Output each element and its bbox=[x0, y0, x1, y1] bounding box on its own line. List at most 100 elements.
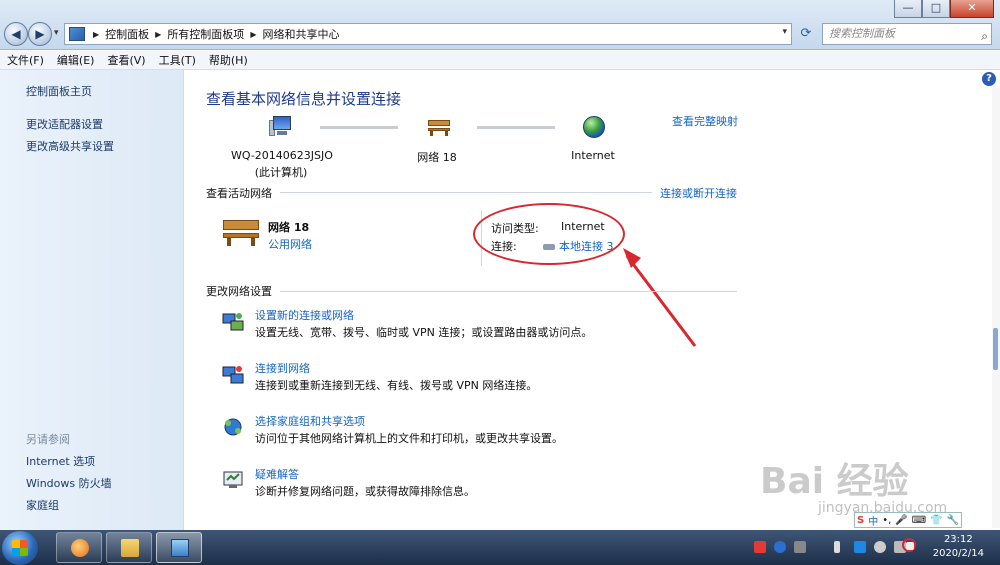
change-settings-heading: 更改网络设置 bbox=[206, 285, 272, 298]
address-dropdown-icon[interactable]: ▾ bbox=[782, 27, 787, 37]
taskbar-control-panel[interactable] bbox=[156, 532, 202, 563]
active-networks-heading: 查看活动网络 bbox=[206, 187, 272, 200]
ime-keyboard-icon[interactable]: ⌨ bbox=[912, 515, 926, 526]
map-connector bbox=[320, 126, 398, 129]
ime-chinese-mode[interactable]: 中 bbox=[868, 513, 878, 528]
globe-icon bbox=[583, 116, 605, 138]
red-annotation-ellipse bbox=[473, 203, 625, 265]
folder-icon bbox=[121, 539, 139, 557]
menu-bar: 文件(F) 编辑(E) 查看(V) 工具(T) 帮助(H) bbox=[0, 51, 1000, 70]
arrow-shaft bbox=[625, 255, 697, 347]
taskbar-browser[interactable] bbox=[56, 532, 102, 563]
network-type-link[interactable]: 公用网络 bbox=[268, 236, 312, 252]
troubleshoot-desc: 诊断并修复网络问题，或获得故障排除信息。 bbox=[255, 485, 475, 498]
breadcrumb-network-center[interactable]: 网络和共享中心 bbox=[262, 26, 339, 42]
map-connector bbox=[477, 126, 555, 129]
refresh-icon[interactable]: ⟳ bbox=[796, 24, 816, 44]
control-panel-icon bbox=[171, 539, 189, 557]
address-bar[interactable]: ▶ 控制面板 ▶ 所有控制面板项 ▶ 网络和共享中心 ▾ bbox=[64, 23, 792, 45]
ime-skin-icon[interactable]: 👕 bbox=[930, 515, 942, 526]
ime-sogou-icon[interactable]: S bbox=[857, 515, 864, 526]
window-titlebar: — □ ✕ ◀ ▶ ▾ ▶ 控制面板 ▶ 所有控制面板项 ▶ 网络和共享中心 ▾… bbox=[0, 0, 1000, 50]
page-title: 查看基本网络信息并设置连接 bbox=[206, 90, 402, 108]
menu-tools[interactable]: 工具(T) bbox=[159, 52, 196, 68]
troubleshoot-icon bbox=[223, 471, 243, 488]
system-tray: 23:12 2020/2/14 bbox=[740, 530, 1000, 565]
clock-date: 2020/2/14 bbox=[932, 548, 984, 559]
control-panel-icon bbox=[69, 27, 85, 41]
breadcrumb-control-panel[interactable]: 控制面板 bbox=[105, 26, 149, 42]
windows-logo-icon bbox=[12, 540, 28, 556]
clock-time: 23:12 bbox=[943, 534, 973, 545]
map-network-label: 网络 18 bbox=[417, 151, 457, 164]
computer-sub: (此计算机) bbox=[254, 166, 308, 179]
active-network-name: 网络 18 bbox=[268, 221, 310, 234]
start-button[interactable] bbox=[2, 531, 38, 565]
ime-toolbar: S 中 •, 🎤 ⌨ 👕 🔧 bbox=[854, 512, 963, 528]
sidebar: 控制面板主页 更改适配器设置 更改高级共享设置 另请参阅 Internet 选项… bbox=[0, 70, 184, 530]
search-placeholder: 搜索控制面板 bbox=[829, 27, 895, 40]
connect-disconnect-link[interactable]: 连接或断开连接 bbox=[660, 185, 737, 201]
volume-icon[interactable] bbox=[834, 541, 840, 553]
ime-tools-icon[interactable]: 🔧 bbox=[947, 515, 959, 526]
arrow-head bbox=[623, 248, 641, 268]
close-button[interactable]: ✕ bbox=[950, 0, 994, 18]
maximize-button[interactable]: □ bbox=[922, 0, 950, 18]
homegroup-sharing-link[interactable]: 选择家庭组和共享选项 bbox=[255, 413, 365, 429]
connect-to-network-link[interactable]: 连接到网络 bbox=[255, 360, 310, 376]
update-icon[interactable] bbox=[874, 541, 886, 553]
sidebar-advanced-sharing[interactable]: 更改高级共享设置 bbox=[26, 138, 114, 154]
computer-name: WQ-20140623JSJO bbox=[231, 149, 333, 162]
help-icon[interactable]: ? bbox=[982, 72, 996, 86]
network-bench-icon bbox=[223, 220, 259, 246]
sidebar-control-panel-home[interactable]: 控制面板主页 bbox=[26, 83, 92, 99]
sidebar-homegroup[interactable]: 家庭组 bbox=[26, 497, 59, 513]
sidebar-internet-options[interactable]: Internet 选项 bbox=[26, 453, 95, 469]
breadcrumb-all-items[interactable]: 所有控制面板项 bbox=[167, 26, 244, 42]
setup-connection-desc: 设置无线、宽带、拨号、临时或 VPN 连接；或设置路由器或访问点。 bbox=[255, 326, 593, 339]
map-internet-label: Internet bbox=[571, 149, 615, 162]
connect-to-network-desc: 连接到或重新连接到无线、有线、拨号或 VPN 网络连接。 bbox=[255, 379, 538, 392]
recent-pages-dropdown[interactable]: ▾ bbox=[54, 28, 59, 38]
search-input[interactable]: 搜索控制面板 ⌕ bbox=[822, 23, 992, 45]
help-tray-icon[interactable] bbox=[774, 541, 786, 553]
ime-voice-icon[interactable]: 🎤 bbox=[895, 515, 907, 526]
breadcrumb-separator[interactable]: ▶ bbox=[250, 30, 256, 39]
menu-file[interactable]: 文件(F) bbox=[7, 52, 44, 68]
taskbar-explorer[interactable] bbox=[106, 532, 152, 563]
back-button[interactable]: ◀ bbox=[4, 22, 28, 46]
clock[interactable]: 23:12 2020/2/14 bbox=[933, 533, 984, 561]
troubleshoot-link[interactable]: 疑难解答 bbox=[255, 466, 299, 482]
scrollbar-track[interactable] bbox=[992, 88, 1000, 528]
minimize-button[interactable]: — bbox=[894, 0, 922, 18]
red-annotation-arrow bbox=[623, 248, 697, 347]
see-also-heading: 另请参阅 bbox=[26, 433, 70, 446]
section-divider bbox=[280, 192, 652, 193]
menu-help[interactable]: 帮助(H) bbox=[209, 52, 248, 68]
menu-view[interactable]: 查看(V) bbox=[107, 52, 145, 68]
baidu-watermark: Bai 经验 bbox=[760, 461, 909, 502]
browser-icon bbox=[71, 539, 89, 557]
homegroup-sharing-desc: 访问位于其他网络计算机上的文件和打印机，或更改共享设置。 bbox=[255, 432, 563, 445]
breadcrumb-separator[interactable]: ▶ bbox=[155, 30, 161, 39]
sidebar-windows-firewall[interactable]: Windows 防火墙 bbox=[26, 475, 112, 491]
menu-edit[interactable]: 编辑(E) bbox=[57, 52, 95, 68]
antivirus-icon[interactable] bbox=[854, 541, 866, 553]
sogou-tray-icon[interactable] bbox=[754, 541, 766, 553]
window-controls: — □ ✕ bbox=[894, 0, 994, 18]
taskbar: 23:12 2020/2/14 bbox=[0, 530, 1000, 565]
new-connection-icon bbox=[222, 313, 244, 331]
sidebar-change-adapter[interactable]: 更改适配器设置 bbox=[26, 116, 103, 132]
search-icon[interactable]: ⌕ bbox=[981, 26, 988, 46]
forward-button[interactable]: ▶ bbox=[28, 22, 52, 46]
ime-punctuation[interactable]: •, bbox=[882, 515, 891, 526]
homegroup-icon bbox=[224, 418, 242, 436]
setup-connection-link[interactable]: 设置新的连接或网络 bbox=[255, 307, 354, 323]
network-tray-icon[interactable] bbox=[906, 542, 914, 550]
navigation-row: ◀ ▶ ▾ ▶ 控制面板 ▶ 所有控制面板项 ▶ 网络和共享中心 ▾ ⟳ 搜索控… bbox=[0, 21, 1000, 47]
full-map-link[interactable]: 查看完整映射 bbox=[672, 113, 738, 129]
scrollbar-thumb[interactable] bbox=[993, 328, 998, 370]
connect-network-icon bbox=[222, 366, 244, 384]
tray-chevron-icon[interactable] bbox=[794, 541, 806, 553]
breadcrumb-separator[interactable]: ▶ bbox=[93, 30, 99, 39]
